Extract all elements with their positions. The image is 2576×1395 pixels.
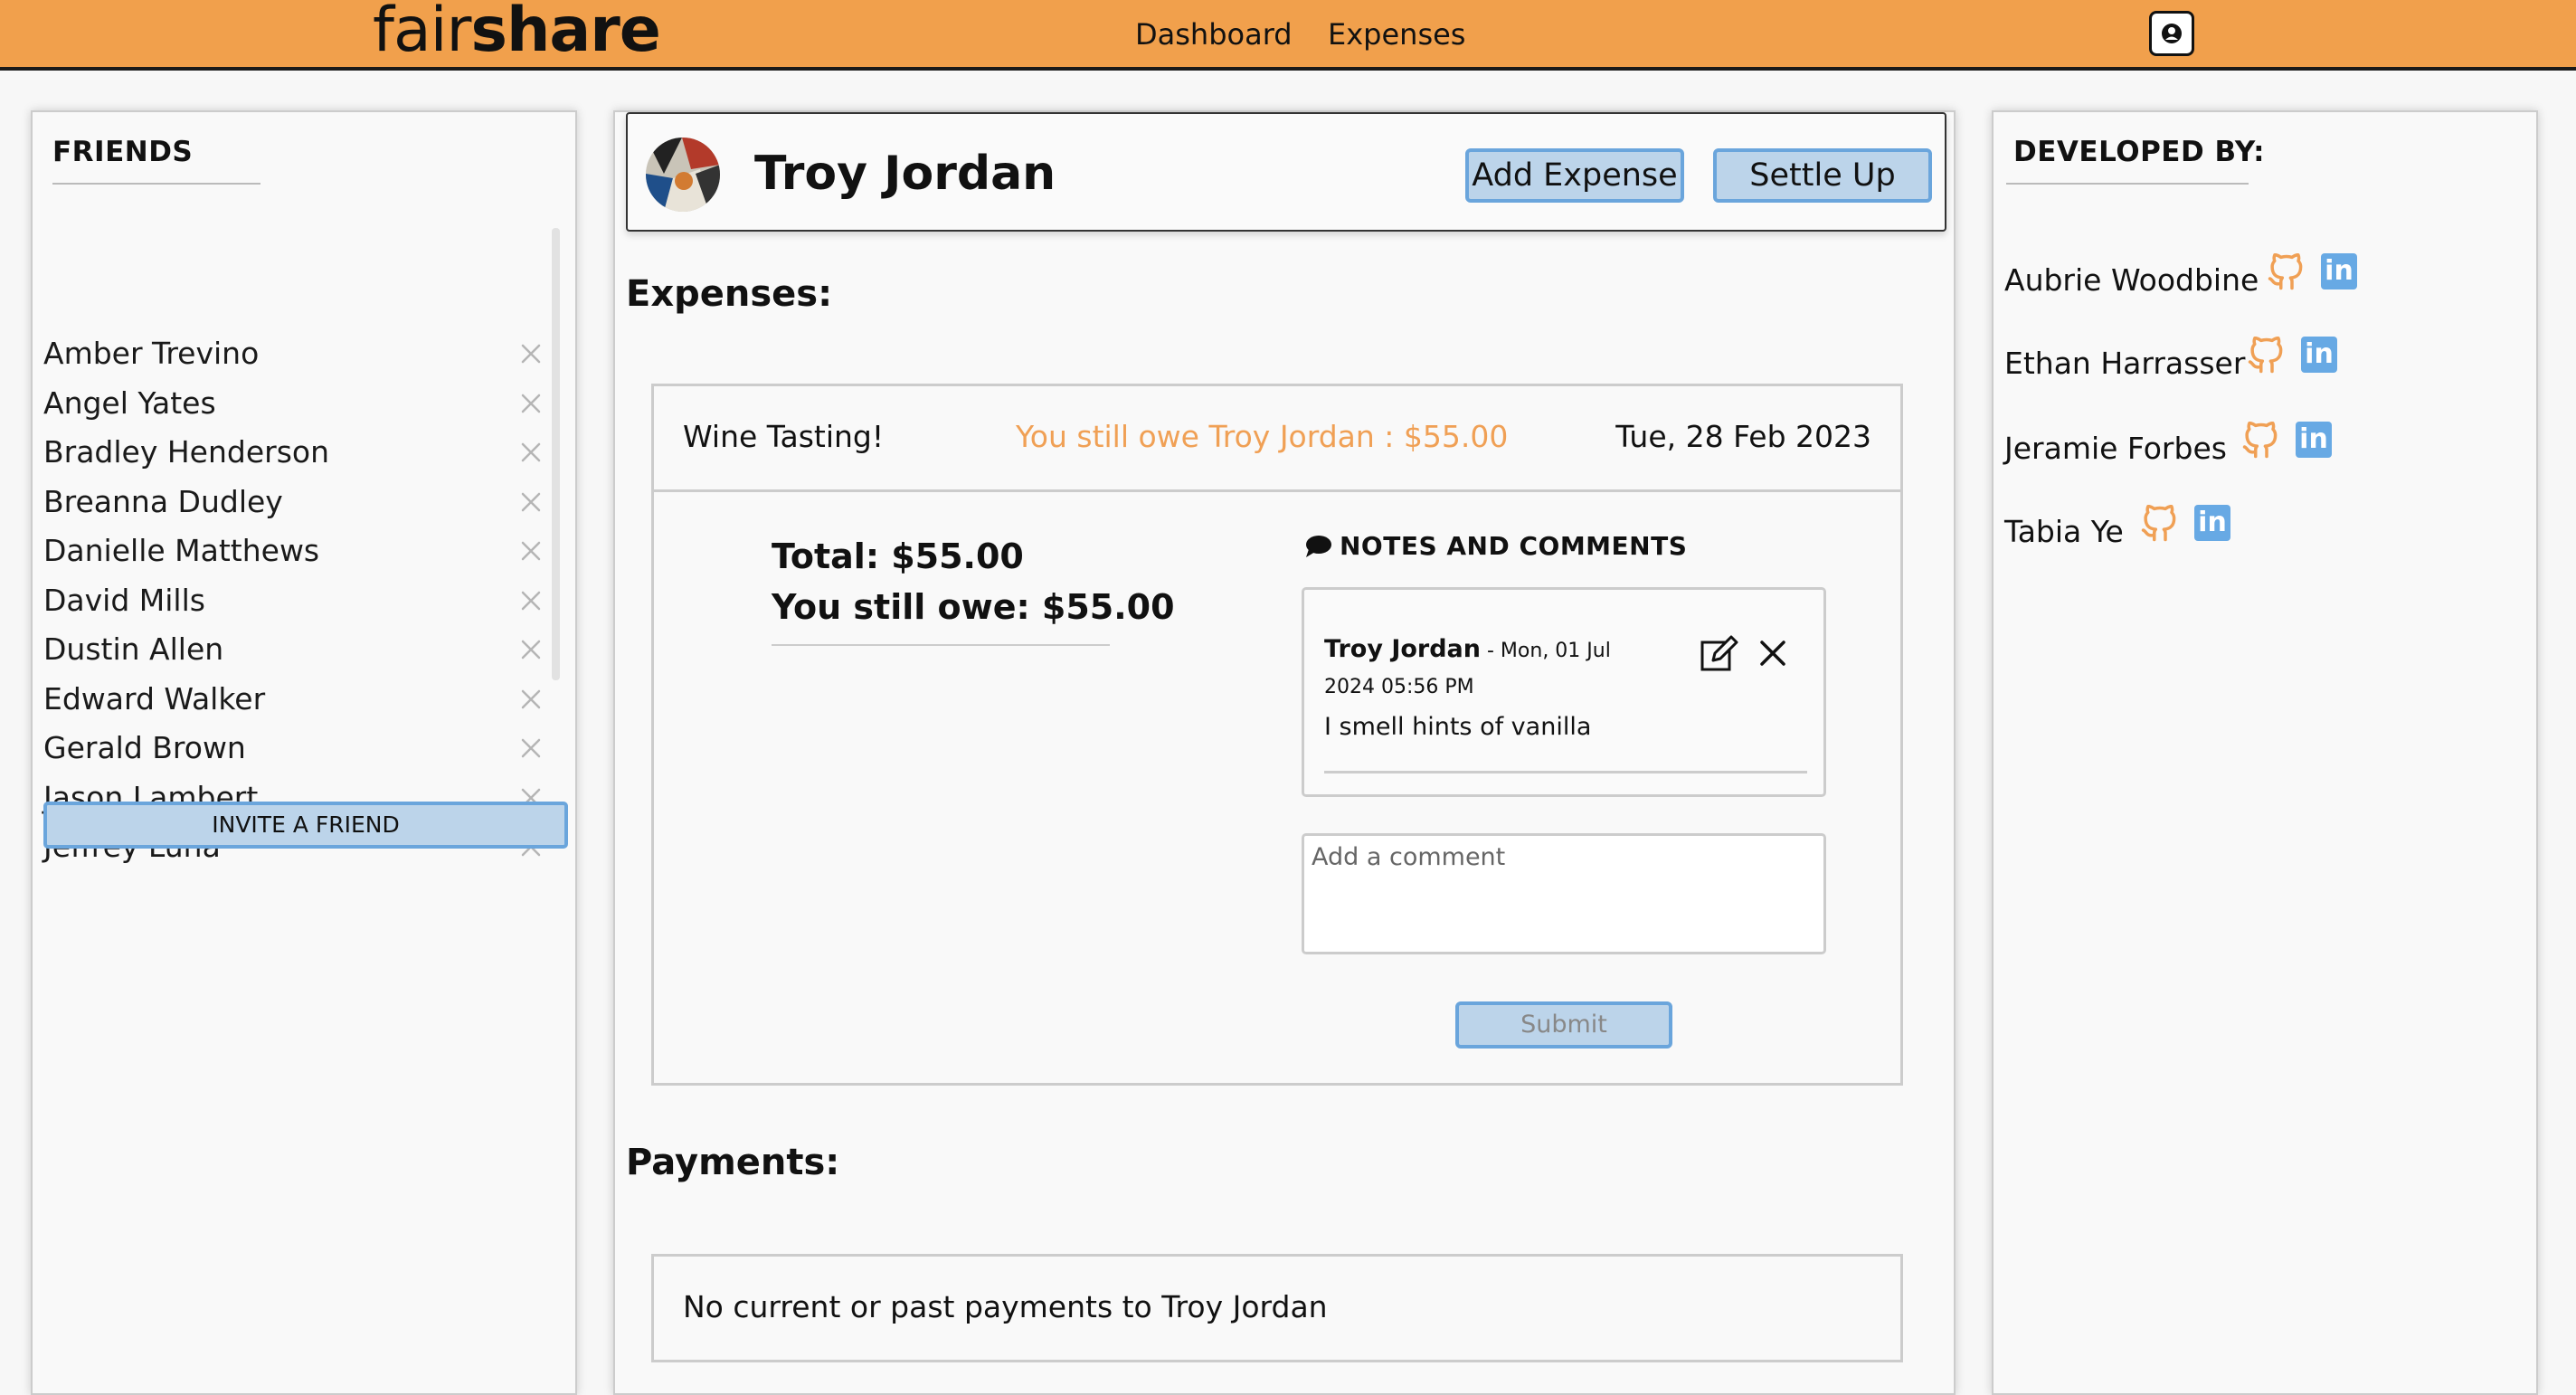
developer-name: Aubrie Woodbine [2004,262,2259,298]
remove-friend-icon[interactable] [514,632,548,667]
linkedin-icon[interactable]: in [2194,505,2230,541]
friend-name: Dustin Allen [43,631,224,667]
developer-name: Jeramie Forbes [2004,431,2227,466]
expense-owe-status: You still owe Troy Jordan : $55.00 [1016,419,1509,454]
friend-name: Amber Trevino [43,336,260,371]
expense-still-owe: You still owe: $55.00 [772,587,1175,627]
expenses-heading: Expenses: [626,273,833,315]
expense-total: Total: $55.00 [772,536,1024,576]
friend-list-item[interactable]: Amber Trevino [43,329,568,378]
remove-friend-icon[interactable] [514,485,548,519]
comment-author: Troy Jordan [1324,635,1481,663]
comment-text: I smell hints of vanilla [1324,713,1592,741]
comment-divider [1324,771,1807,773]
submit-comment-button[interactable]: Submit [1455,1001,1672,1049]
developers-panel: DEVELOPED BY: Aubrie Woodbine in Ethan H… [1992,110,2538,1395]
top-navbar: fairshare Dashboard Expenses [0,0,2576,71]
friend-name: Gerald Brown [43,730,246,765]
friend-name: Breanna Dudley [43,483,283,519]
remove-friend-icon[interactable] [514,584,548,618]
developer-row: Tabia Ye in [2004,505,2511,559]
friend-detail-panel: Troy Jordan Add Expense Settle Up Expens… [613,110,1956,1395]
remove-friend-icon[interactable] [514,534,548,568]
github-icon[interactable] [2247,337,2285,375]
comment-header: Troy Jordan - Mon, 01 Jul 2024 05:56 PM [1324,631,1659,706]
friends-title-divider [52,183,260,185]
expense-summary-row[interactable]: Wine Tasting! You still owe Troy Jordan … [654,386,1900,492]
developer-name: Tabia Ye [2004,514,2124,549]
github-icon[interactable] [2241,422,2279,460]
comment-input[interactable] [1302,833,1826,954]
github-icon[interactable] [2267,253,2305,291]
settle-up-button[interactable]: Settle Up [1713,148,1932,203]
friend-list-item[interactable]: Bradley Henderson [43,428,568,477]
nav-expenses[interactable]: Expenses [1328,16,1465,52]
friend-list-item[interactable]: David Mills [43,576,568,625]
friend-list-item[interactable]: Dustin Allen [43,625,568,674]
developer-row: Jeramie Forbes in [2004,422,2511,476]
friends-title: FRIENDS [52,136,194,168]
comment-item: Troy Jordan - Mon, 01 Jul 2024 05:56 PM … [1302,587,1826,797]
friend-list-item[interactable]: Edward Walker [43,675,568,724]
friend-name: Bradley Henderson [43,434,330,470]
developers-title: DEVELOPED BY: [2013,136,2266,168]
friend-name: Angel Yates [43,384,216,421]
friend-list-item[interactable]: Angel Yates [43,379,568,428]
friend-list-item[interactable]: Gerald Brown [43,724,568,773]
remove-friend-icon[interactable] [514,435,548,470]
friends-panel: FRIENDS Amber Trevino Angel Yates Bradley … [31,110,577,1395]
developer-row: Ethan Harrasser in [2004,337,2511,391]
user-menu-button[interactable] [2149,11,2194,56]
app-logo[interactable]: fairshare [373,0,661,67]
edit-icon[interactable] [1699,635,1738,675]
friend-avatar [646,138,720,212]
expense-date: Tue, 28 Feb 2023 [1615,419,1871,454]
payments-heading: Payments: [626,1142,840,1183]
linkedin-icon[interactable]: in [2321,253,2357,289]
user-icon [2162,24,2182,43]
expense-totals: Total: $55.00 You still owe: $55.00 [772,531,1175,632]
totals-divider [772,644,1110,646]
developer-name: Ethan Harrasser [2004,346,2246,381]
remove-friend-icon[interactable] [514,337,548,371]
payments-card: No current or past payments to Troy Jord… [651,1254,1903,1362]
friend-header-card: Troy Jordan Add Expense Settle Up [626,112,1946,232]
developer-row: Aubrie Woodbine in [2004,253,2511,308]
expense-description: Wine Tasting! [683,419,885,454]
friend-name: Danielle Matthews [43,533,320,568]
nav-dashboard[interactable]: Dashboard [1135,16,1293,52]
friend-list-item[interactable]: Danielle Matthews [43,527,568,575]
notes-heading: NOTES AND COMMENTS [1305,531,1687,561]
friend-name: Edward Walker [43,680,266,716]
delete-comment-icon[interactable] [1757,637,1789,669]
developers-title-divider [2006,183,2249,185]
remove-friend-icon[interactable] [514,386,548,421]
linkedin-icon[interactable]: in [2296,422,2332,458]
remove-friend-icon[interactable] [514,731,548,765]
friend-name: David Mills [43,582,205,618]
friend-name-title: Troy Jordan [754,147,1056,201]
add-expense-button[interactable]: Add Expense [1465,148,1684,203]
remove-friend-icon[interactable] [514,682,548,716]
friend-list-item[interactable]: Breanna Dudley [43,478,568,527]
github-icon[interactable] [2140,505,2178,543]
invite-friend-button[interactable]: INVITE A FRIEND [43,802,568,849]
comment-icon [1306,536,1331,557]
linkedin-icon[interactable]: in [2301,337,2337,373]
payments-empty-message: No current or past payments to Troy Jord… [683,1289,1328,1324]
expense-card: Wine Tasting! You still owe Troy Jordan … [651,384,1903,1086]
